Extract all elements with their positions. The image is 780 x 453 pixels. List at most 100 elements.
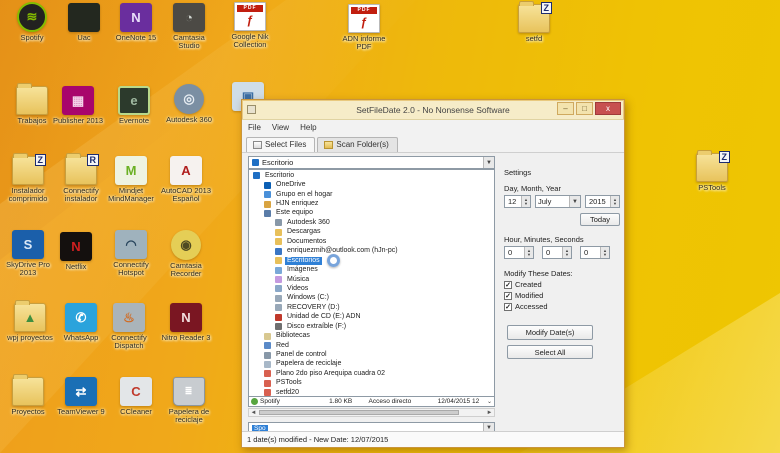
- tree-item[interactable]: Videos: [249, 284, 494, 293]
- checkbox-box[interactable]: ✓: [504, 291, 512, 300]
- tree-item[interactable]: Documentos: [249, 237, 494, 246]
- icon-zip-instalador[interactable]: Z Instalador comprimido: [2, 153, 54, 203]
- icon-autocad[interactable]: A AutoCAD 2013 Español: [160, 156, 212, 203]
- menu-item-help[interactable]: Help: [300, 123, 316, 132]
- icon-skydrive-glyph: S: [12, 230, 44, 259]
- tree-item[interactable]: Este equipo: [249, 209, 494, 218]
- tab-scan-folder-s-[interactable]: Scan Folder(s): [317, 137, 398, 152]
- spinner-arrows-icon[interactable]: ▲ ▼: [600, 247, 609, 258]
- day-spinner[interactable]: 12 ▲ ▼: [504, 195, 531, 208]
- tree-item[interactable]: setfd20: [249, 388, 494, 396]
- spinner-arrows-icon[interactable]: ▲ ▼: [524, 247, 533, 258]
- icon-rar-connectify[interactable]: R Connectify instalador: [55, 153, 107, 203]
- icon-teamviewer[interactable]: ⇄ TeamViewer 9: [55, 377, 107, 416]
- menu-item-file[interactable]: File: [248, 123, 261, 132]
- icon-folder-proyectos[interactable]: Proyectos: [2, 374, 54, 416]
- scrollbar-thumb[interactable]: [259, 410, 459, 415]
- minute-spinner[interactable]: 0 ▲ ▼: [542, 246, 572, 259]
- spinner-arrows-icon[interactable]: ▲ ▼: [521, 196, 530, 207]
- minimize-button[interactable]: –: [557, 102, 574, 115]
- horizontal-scrollbar[interactable]: ◄ ►: [248, 408, 495, 417]
- folder-icon: [324, 140, 334, 149]
- tree-item[interactable]: Descargas: [249, 228, 494, 237]
- maximize-button[interactable]: □: [576, 102, 593, 115]
- hour-spinner[interactable]: 0 ▲ ▼: [504, 246, 534, 259]
- folder-path-combobox[interactable]: Escritorio ▼: [248, 156, 495, 169]
- icon-camtasia-recorder[interactable]: ◉ Camtasia Recorder: [160, 230, 212, 278]
- scroll-right-icon[interactable]: ►: [485, 410, 494, 416]
- icon-onenote[interactable]: N OneNote 15: [110, 3, 162, 42]
- tree-item[interactable]: Plano 2do piso Arequipa cuadra 02: [249, 369, 494, 378]
- spinner-arrows-icon[interactable]: ▲ ▼: [610, 196, 619, 207]
- icon-spotify[interactable]: ≋ Spotify: [6, 2, 58, 42]
- icon-pdf-nik[interactable]: PDF ƒ Google Nik Collection: [224, 2, 276, 49]
- tree-item[interactable]: RECOVERY (D:): [249, 303, 494, 312]
- checkbox-accessed[interactable]: ✓ Accessed: [504, 302, 548, 311]
- icon-nitro[interactable]: N Nitro Reader 3: [160, 303, 212, 342]
- icon-ccleaner[interactable]: C CCleaner: [110, 377, 162, 416]
- tree-item[interactable]: Red: [249, 341, 494, 350]
- icon-folder-wpj[interactable]: ▲ wpj proyectos: [4, 300, 56, 342]
- spotify-file-icon: [251, 398, 258, 405]
- modify-dates-label: Modify These Dates:: [504, 269, 573, 278]
- tree-item[interactable]: Escritorio: [249, 171, 494, 180]
- icon-uac[interactable]: Uac: [58, 3, 110, 42]
- year-spinner[interactable]: 2015 ▲ ▼: [585, 195, 620, 208]
- tree-item[interactable]: OneDrive: [249, 180, 494, 189]
- icon-whatsapp[interactable]: ✆ WhatsApp: [55, 303, 107, 342]
- pictures-icon: [275, 266, 282, 274]
- checkbox-box[interactable]: ✓: [504, 302, 512, 311]
- tree-item[interactable]: Panel de control: [249, 350, 494, 359]
- chevron-down-icon[interactable]: ▼: [483, 157, 494, 168]
- icon-recycle-bin[interactable]: ≣ Papelera de reciclaje: [163, 377, 215, 424]
- tree-item[interactable]: Grupo en el hogar: [249, 190, 494, 199]
- select-all-button[interactable]: Select All: [507, 345, 593, 359]
- tree-item[interactable]: Autodesk 360: [249, 218, 494, 227]
- close-button[interactable]: x: [595, 102, 621, 115]
- window-titlebar[interactable]: SetFileDate 2.0 - No Nonsense Software –…: [242, 100, 624, 119]
- icon-folder-trabajos[interactable]: Trabajos: [6, 83, 58, 125]
- icon-pdf-adn[interactable]: PDF ƒ ADN informe PDF: [338, 4, 390, 51]
- icon-camtasia-studio[interactable]: ◔ Camtasia Studio: [163, 3, 215, 50]
- tree-item[interactable]: enriquezmih@outlook.com (hJn-pc): [249, 247, 494, 256]
- icon-connectify-hotspot[interactable]: ◠ Connectify Hotspot: [105, 230, 157, 277]
- tree-item[interactable]: Disco extraíble (F:): [249, 322, 494, 331]
- tree-item[interactable]: HJN enriquez: [249, 199, 494, 208]
- icon-autodesk-360[interactable]: ◎ Autodesk 360: [163, 84, 215, 124]
- second-spinner[interactable]: 0 ▲ ▼: [580, 246, 610, 259]
- spinner-arrows-icon[interactable]: ▲ ▼: [562, 247, 571, 258]
- checkbox-box[interactable]: ✓: [504, 280, 512, 289]
- checkbox-modified[interactable]: ✓ Modified: [504, 291, 543, 300]
- chevron-down-icon[interactable]: ⌄: [487, 398, 494, 405]
- tree-item-label: OneDrive: [276, 181, 306, 189]
- icon-publisher[interactable]: ▦ Publisher 2013: [52, 86, 104, 125]
- menu-item-view[interactable]: View: [272, 123, 289, 132]
- tab-select-files[interactable]: Select Files: [246, 137, 316, 153]
- tree-item[interactable]: Bibliotecas: [249, 331, 494, 340]
- checkbox-created[interactable]: ✓ Created: [504, 280, 542, 289]
- tree-item[interactable]: Unidad de CD (E:) ADN: [249, 313, 494, 322]
- tree-item[interactable]: Papelera de reciclaje: [249, 360, 494, 369]
- today-button[interactable]: Today: [580, 213, 620, 226]
- icon-mindjet[interactable]: M Mindjet MindManager: [105, 156, 157, 203]
- tree-item[interactable]: Música: [249, 275, 494, 284]
- file-row[interactable]: Spotify 1.80 KB Acceso directo 12/04/201…: [248, 397, 495, 407]
- tree-item[interactable]: Escritorios: [249, 256, 494, 265]
- icon-zip-setfd[interactable]: Zsetfd: [508, 1, 560, 43]
- month-combobox[interactable]: July ▼: [535, 195, 581, 208]
- computer-icon: [264, 209, 271, 217]
- icon-evernote[interactable]: e Evernote: [108, 86, 160, 125]
- file-name: Spotify: [260, 398, 280, 405]
- tree-item-label: Videos: [287, 284, 309, 292]
- icon-skydrive[interactable]: S SkyDrive Pro 2013: [2, 230, 54, 277]
- icon-netflix[interactable]: N Netflix: [50, 232, 102, 271]
- modify-dates-button[interactable]: Modify Date(s): [507, 325, 593, 340]
- scroll-left-icon[interactable]: ◄: [249, 410, 258, 416]
- icon-folder-proyectos-glyph: [12, 374, 44, 406]
- tree-item[interactable]: PSTools: [249, 379, 494, 388]
- icon-connectify-dispatch[interactable]: ♨ Connectify Dispatch: [103, 303, 155, 350]
- tree-item[interactable]: Imágenes: [249, 265, 494, 274]
- icon-pstools[interactable]: Z PSTools: [686, 150, 738, 192]
- tree-item[interactable]: Windows (C:): [249, 294, 494, 303]
- chevron-down-icon[interactable]: ▼: [569, 196, 580, 207]
